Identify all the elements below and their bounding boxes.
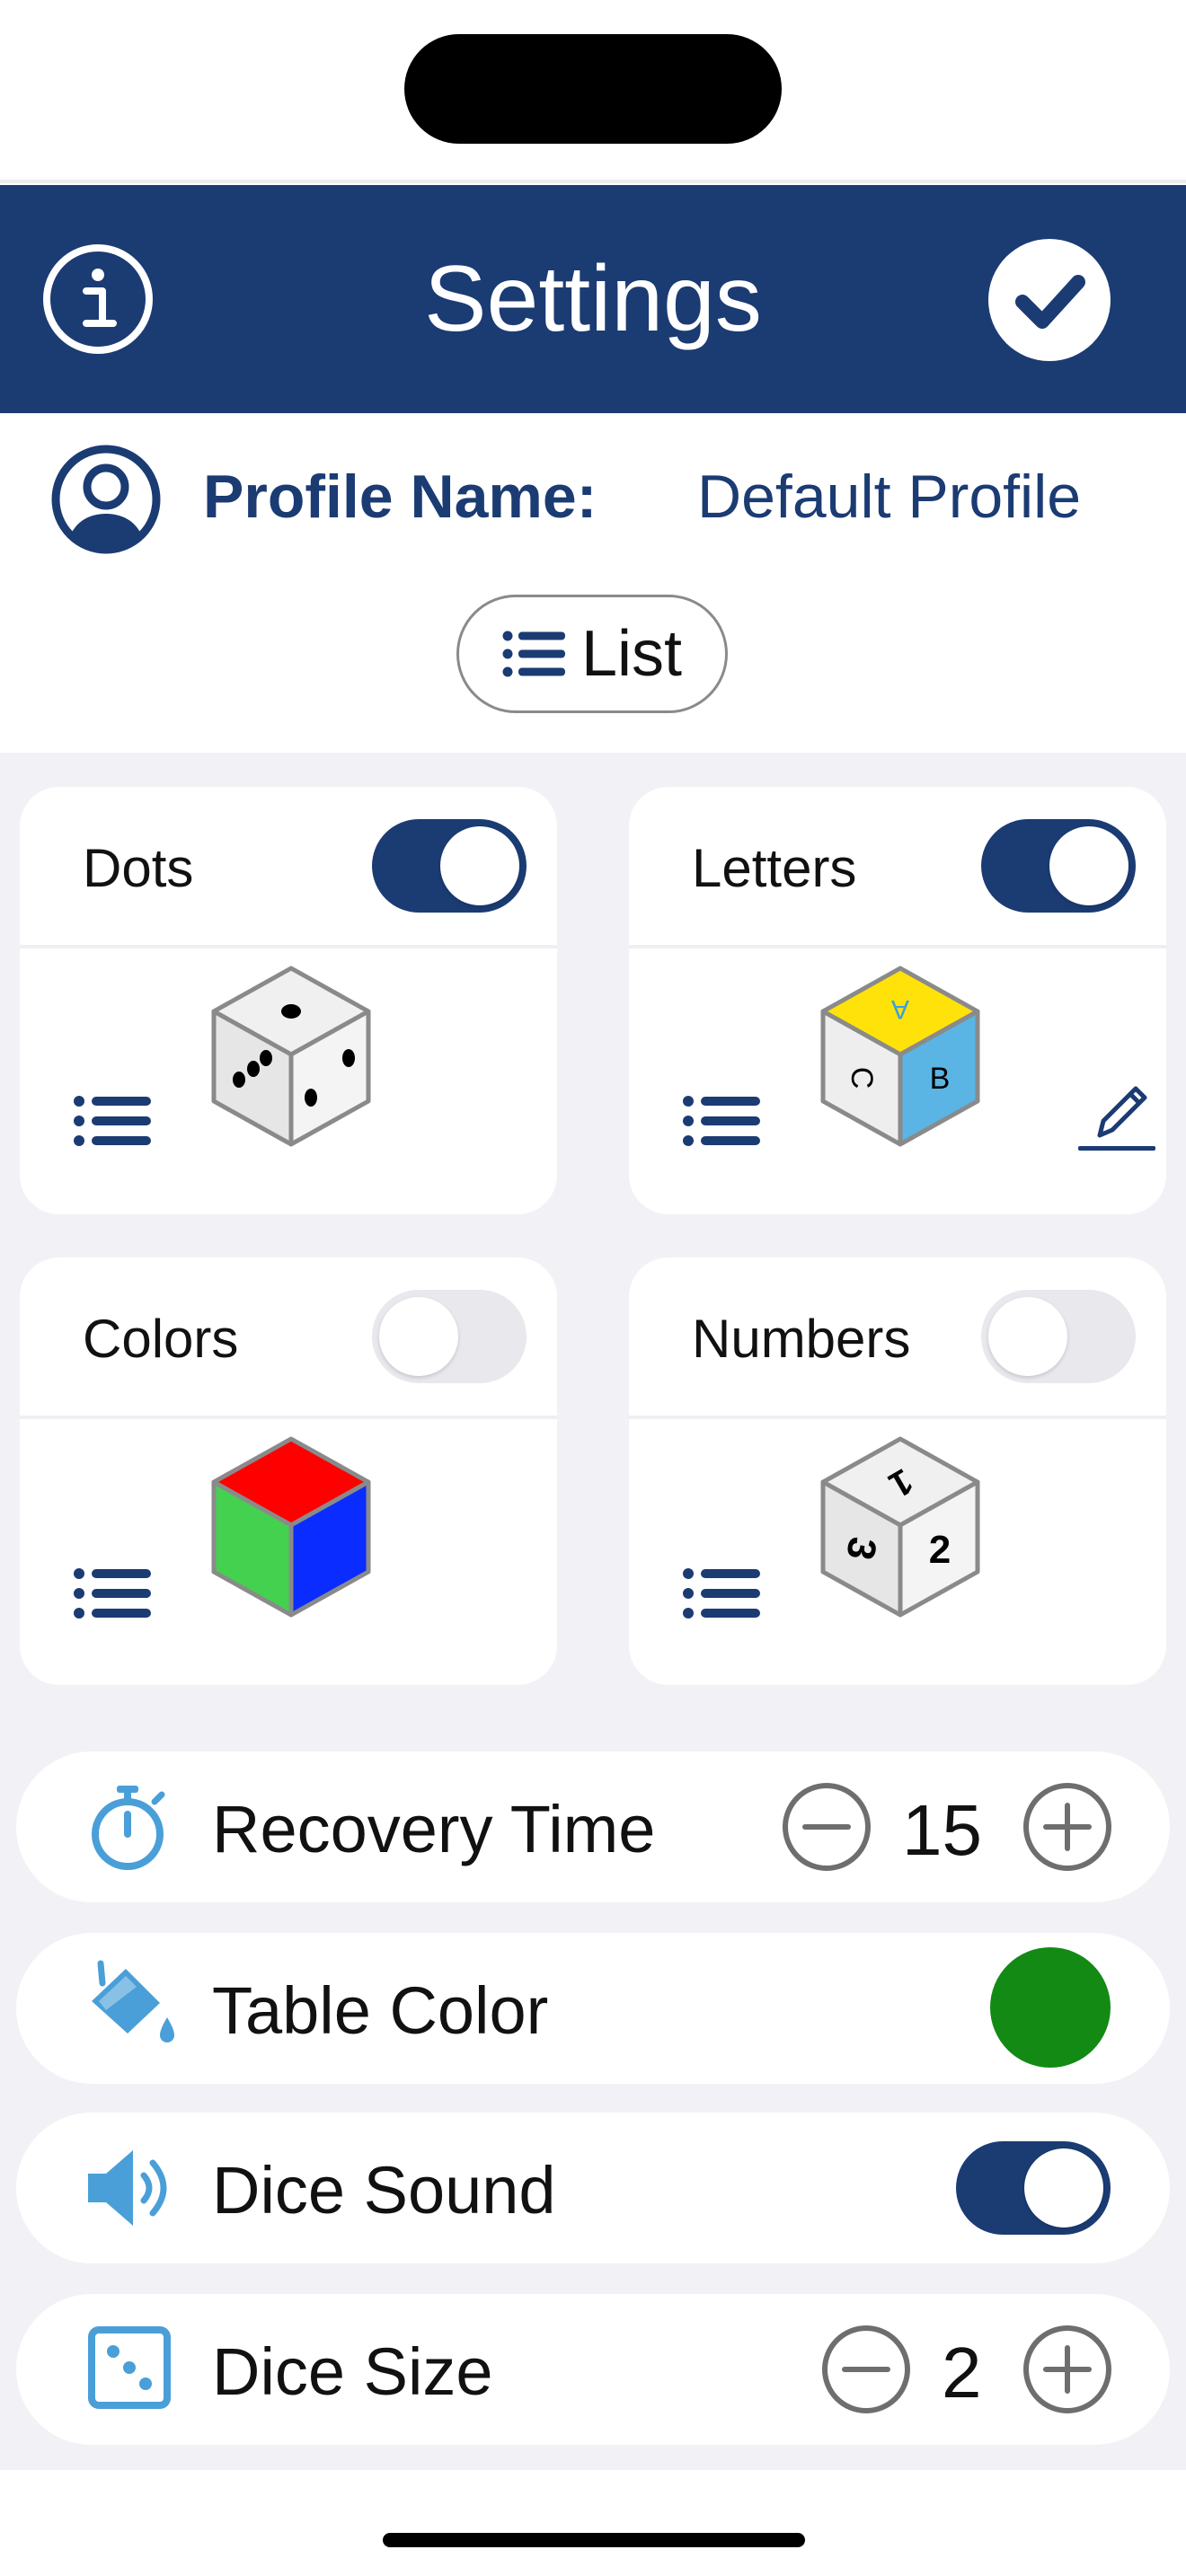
- dice-sound-label: Dice Sound: [212, 2153, 556, 2228]
- list-icon[interactable]: [683, 1566, 760, 1620]
- plus-circle-icon[interactable]: [1021, 2323, 1114, 2416]
- pencil-icon[interactable]: [1073, 1071, 1159, 1157]
- paint-bucket-icon: [92, 1960, 174, 2042]
- die-letter: C: [845, 1067, 879, 1090]
- info-icon: [83, 269, 117, 327]
- recovery-time-label: Recovery Time: [212, 1792, 656, 1866]
- die-letter: A: [891, 994, 909, 1024]
- stopwatch-icon: [92, 1786, 165, 1870]
- list-icon[interactable]: [74, 1566, 151, 1620]
- info-button[interactable]: [43, 244, 153, 354]
- minus-circle-icon[interactable]: [819, 2323, 913, 2416]
- list-button[interactable]: List: [456, 595, 728, 713]
- dice-card-label: Colors: [83, 1309, 239, 1369]
- dice-sound-row: Dice Sound: [16, 2113, 1170, 2263]
- speaker-icon: [88, 2150, 167, 2226]
- done-button[interactable]: [988, 239, 1111, 361]
- colors-toggle[interactable]: [372, 1290, 527, 1383]
- list-icon: [502, 631, 565, 677]
- table-color-row: Table Color: [16, 1933, 1170, 2084]
- letters-toggle[interactable]: [981, 819, 1136, 913]
- checkmark-icon: [1015, 275, 1085, 329]
- numbers-die-icon: 1 3 2: [820, 1436, 980, 1618]
- dice-size-label: Dice Size: [212, 2334, 493, 2409]
- plus-circle-icon[interactable]: [1021, 1780, 1114, 1874]
- dice-card-letters: Letters A C B: [629, 787, 1166, 1214]
- profile-name-label: Profile Name:: [203, 463, 597, 531]
- letters-die-icon: A C B: [820, 966, 980, 1147]
- dots-die-icon: [211, 966, 371, 1147]
- dice-sound-toggle[interactable]: [956, 2141, 1111, 2235]
- dice-size-row: Dice Size 2: [16, 2294, 1170, 2445]
- dice-card-label: Dots: [83, 838, 194, 898]
- dynamic-island: [404, 34, 782, 144]
- table-color-label: Table Color: [212, 1973, 549, 2048]
- dice-size-value: 2: [942, 2333, 982, 2413]
- die-face-icon: [88, 2326, 171, 2409]
- table-color-swatch[interactable]: [990, 1947, 1111, 2068]
- dice-card-label: Letters: [692, 838, 857, 898]
- card-divider: [20, 1416, 557, 1419]
- dice-card-numbers: Numbers 1 3 2: [629, 1257, 1166, 1685]
- colors-die-icon: [211, 1436, 371, 1618]
- dice-card-colors: Colors: [20, 1257, 557, 1685]
- profile-name-value[interactable]: Default Profile: [697, 462, 1081, 532]
- status-separator: [0, 180, 1186, 183]
- person-circle-icon: [51, 445, 161, 554]
- recovery-time-value: 15: [902, 1790, 982, 1870]
- dots-toggle[interactable]: [372, 819, 527, 913]
- die-letter: B: [930, 1062, 951, 1096]
- recovery-time-row: Recovery Time 15: [16, 1751, 1170, 1902]
- card-divider: [629, 1416, 1166, 1419]
- minus-circle-icon[interactable]: [780, 1780, 873, 1874]
- dice-card-label: Numbers: [692, 1309, 911, 1369]
- die-number: 2: [929, 1528, 951, 1572]
- list-button-label: List: [580, 618, 683, 690]
- dice-card-dots: Dots: [20, 787, 557, 1214]
- numbers-toggle[interactable]: [981, 1290, 1136, 1383]
- list-icon[interactable]: [683, 1094, 760, 1148]
- card-divider: [629, 945, 1166, 948]
- home-indicator[interactable]: [383, 2533, 805, 2547]
- card-divider: [20, 945, 557, 948]
- list-icon[interactable]: [74, 1094, 151, 1148]
